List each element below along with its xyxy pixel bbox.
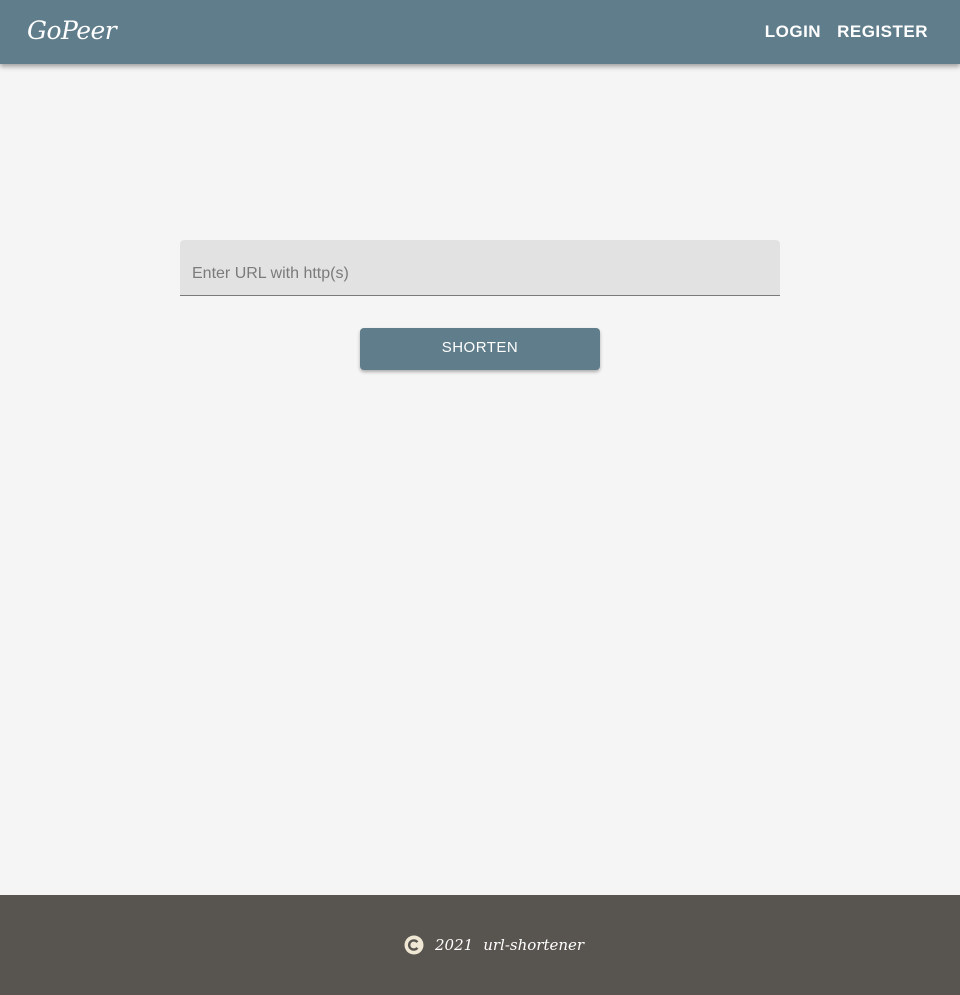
url-input[interactable] bbox=[192, 262, 768, 286]
header-nav: LOGIN REGISTER bbox=[757, 16, 936, 48]
url-field[interactable] bbox=[180, 240, 780, 296]
register-button[interactable]: REGISTER bbox=[829, 16, 936, 48]
app-header: GoPeer LOGIN REGISTER bbox=[0, 0, 960, 64]
shorten-button[interactable]: SHORTEN bbox=[360, 328, 600, 370]
footer-app-name: url-shortener bbox=[483, 936, 585, 954]
copyright-icon bbox=[404, 935, 424, 955]
brand-logo[interactable]: GoPeer bbox=[27, 14, 117, 48]
footer-copyright: 2021 url-shortener bbox=[404, 932, 584, 958]
footer-year: 2021 bbox=[435, 936, 474, 954]
login-button[interactable]: LOGIN bbox=[757, 16, 829, 48]
